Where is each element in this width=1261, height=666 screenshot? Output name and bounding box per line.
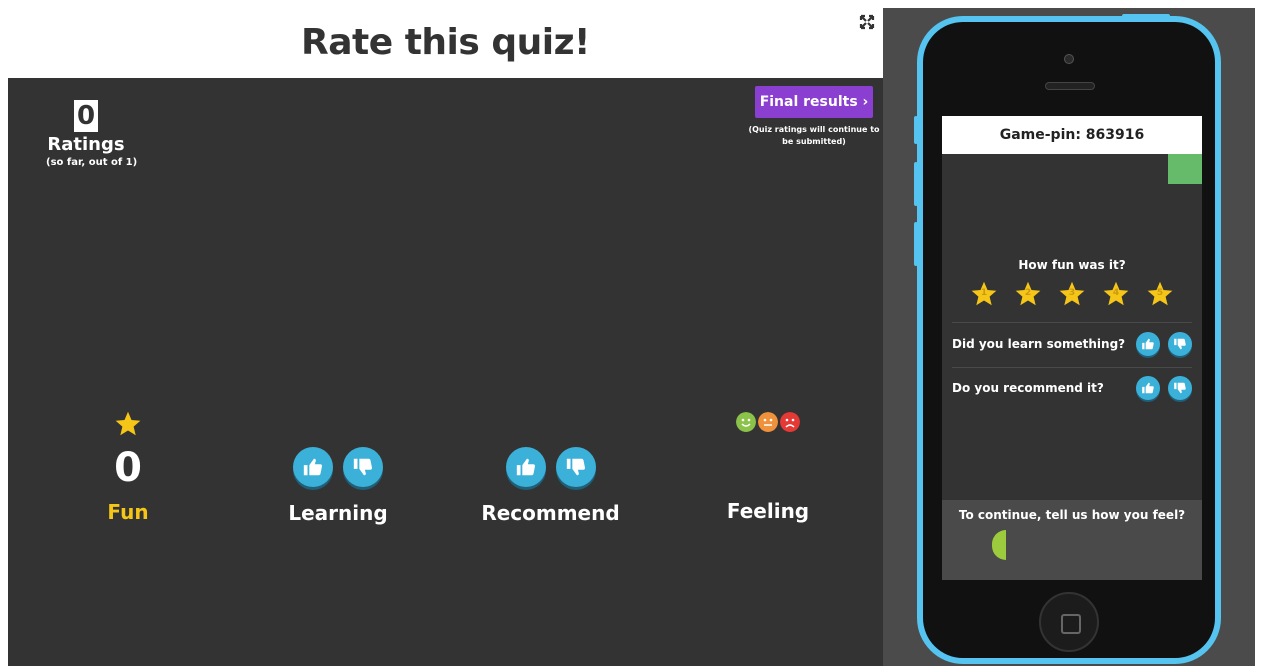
phone-screen: Game-pin: 863916 How fun was it? 1 2 3 4… — [942, 116, 1202, 580]
learn-question: Did you learn something? — [952, 337, 1126, 351]
final-results-note: (Quiz ratings will continue to be submit… — [748, 125, 880, 146]
ratings-label: Ratings — [47, 134, 125, 155]
phone-frame: Game-pin: 863916 How fun was it? 1 2 3 4… — [914, 14, 1221, 664]
thumbs-up-icon — [293, 447, 333, 487]
fun-stat: 0 Fun — [88, 410, 168, 524]
recommend-question-row: Do you recommend it? — [952, 376, 1192, 400]
results-board: 0 Ratings (so far, out of 1) Final resul… — [8, 78, 883, 666]
page: Rate this quiz! 0 Ratings (so far, out o… — [0, 0, 1261, 666]
feeling-faces — [713, 412, 823, 434]
fun-label: Fun — [107, 500, 149, 524]
thumbs-up-icon — [1142, 382, 1154, 394]
thumbs-down-icon — [343, 447, 383, 487]
learning-stat: Learning — [278, 398, 398, 525]
recommend-thumbs-down-button[interactable] — [1168, 376, 1192, 400]
divider — [952, 322, 1192, 323]
speaker-grille — [1045, 82, 1095, 90]
phone-body: Game-pin: 863916 How fun was it? 1 2 3 4… — [923, 22, 1215, 658]
star-rating-5[interactable]: 5 — [1146, 280, 1174, 308]
camera-icon — [1064, 54, 1074, 64]
learning-label: Learning — [288, 501, 388, 525]
neutral-face-icon — [758, 412, 778, 432]
phone-preview-panel: Game-pin: 863916 How fun was it? 1 2 3 4… — [883, 8, 1255, 666]
thumbs-down-icon — [1174, 382, 1186, 394]
star-rating-4[interactable]: 4 — [1102, 280, 1130, 308]
recommend-thumbs-up-button[interactable] — [1136, 376, 1160, 400]
feeling-slider-handle[interactable] — [992, 530, 1006, 560]
page-title: Rate this quiz! — [301, 22, 590, 63]
star-number: 5 — [1156, 288, 1164, 298]
thumbs-down-icon — [555, 447, 596, 487]
star-number: 1 — [980, 288, 988, 298]
star-number: 2 — [1024, 288, 1032, 298]
star-rating-1[interactable]: 1 — [970, 280, 998, 308]
phone-volume-up-button — [914, 162, 918, 206]
star-rating-2[interactable]: 2 — [1014, 280, 1042, 308]
thumbs-down-icon — [1174, 338, 1186, 350]
continue-prompt: To continue, tell us how you feel? — [958, 508, 1186, 522]
recommend-question: Do you recommend it? — [952, 381, 1104, 395]
learn-thumbs-down-button[interactable] — [1168, 332, 1192, 356]
ratings-subtitle: (so far, out of 1) — [46, 157, 138, 168]
smiley-face-icon — [736, 412, 756, 432]
status-indicator — [1168, 154, 1202, 184]
feeling-prompt-section: To continue, tell us how you feel? — [942, 500, 1202, 580]
phone-power-button — [1122, 14, 1170, 18]
star-icon — [115, 411, 141, 436]
divider — [952, 367, 1192, 368]
sad-face-icon — [780, 412, 800, 432]
left-panel: Rate this quiz! 0 Ratings (so far, out o… — [8, 0, 883, 666]
thumbs-up-icon — [1142, 338, 1154, 350]
learn-thumbs-up-button[interactable] — [1136, 332, 1160, 356]
fun-value: 0 — [114, 445, 142, 491]
star-rating: 1 2 3 4 5 — [942, 280, 1202, 308]
recommend-thumbs — [478, 447, 623, 489]
recommend-label: Recommend — [481, 501, 620, 525]
learning-thumbs — [278, 447, 398, 489]
home-button[interactable] — [1039, 592, 1099, 652]
final-results-button[interactable]: Final results › — [755, 86, 873, 118]
thumbs-up-icon — [505, 447, 546, 487]
fullscreen-icon[interactable] — [859, 14, 875, 30]
header: Rate this quiz! — [8, 0, 883, 78]
star-number: 3 — [1068, 288, 1076, 298]
ratings-summary: 0 Ratings (so far, out of 1) — [46, 100, 138, 168]
phone-volume-down-button — [914, 222, 918, 266]
feeling-stat: Feeling — [713, 398, 823, 523]
star-number: 4 — [1112, 288, 1120, 298]
phone-mute-button — [914, 116, 918, 144]
recommend-stat: Recommend — [478, 398, 623, 525]
game-pin: Game-pin: 863916 — [942, 116, 1202, 154]
ratings-count: 0 — [73, 100, 99, 132]
learn-question-row: Did you learn something? — [952, 332, 1192, 356]
fun-question: How fun was it? — [1018, 258, 1126, 272]
star-rating-3[interactable]: 3 — [1058, 280, 1086, 308]
feeling-label: Feeling — [726, 499, 810, 523]
